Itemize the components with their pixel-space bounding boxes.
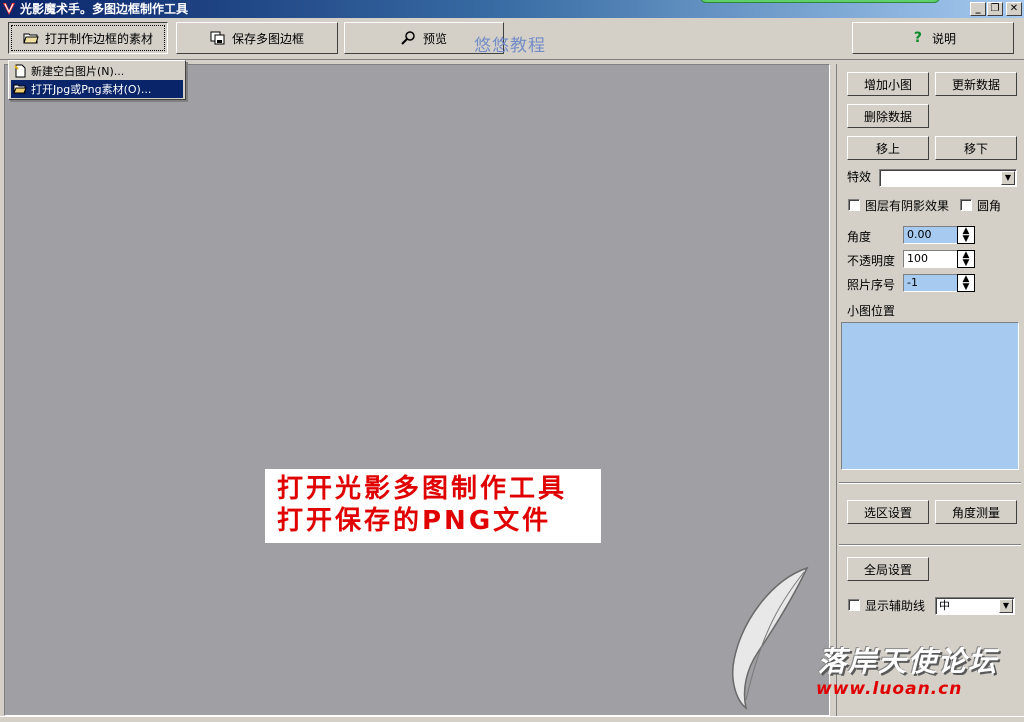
add-thumb-button[interactable]: 增加小图 — [847, 72, 929, 96]
delete-data-button[interactable]: 删除数据 — [847, 104, 929, 128]
title-bar: 光影魔术手。多图边框制作工具 _ ❐ ✕ — [0, 0, 1024, 18]
folder-open-icon — [13, 84, 27, 94]
help-label: 说明 — [931, 31, 956, 46]
global-settings-button[interactable]: 全局设置 — [847, 557, 929, 581]
tutorial-watermark: 悠悠教程 — [474, 36, 546, 56]
effect-select[interactable]: ▼ — [879, 169, 1017, 187]
photo-index-input[interactable]: -1 — [903, 274, 959, 292]
angle-label: 角度 — [847, 230, 872, 244]
banner-line-1: 打开光影多图制作工具 — [277, 474, 568, 504]
banner-line-2: 打开保存的PNG文件 — [277, 506, 552, 536]
save-copy-icon — [210, 31, 225, 45]
position-label: 小图位置 — [847, 304, 896, 318]
opacity-spinner[interactable]: ▲ ▼ — [957, 250, 975, 268]
guide-level-select[interactable]: 中 ▼ — [935, 597, 1015, 615]
save-frame-label: 保存多图边框 — [231, 31, 304, 46]
preview-label: 预览 — [422, 31, 447, 46]
help-button[interactable]: ? 说明 — [852, 22, 1014, 54]
new-file-icon — [14, 64, 26, 78]
instruction-banner: 打开光影多图制作工具 打开保存的PNG文件 — [265, 469, 601, 543]
save-frame-button[interactable]: 保存多图边框 — [176, 22, 338, 54]
update-data-button[interactable]: 更新数据 — [935, 72, 1017, 96]
photo-index-label: 照片序号 — [847, 278, 896, 292]
opacity-label: 不透明度 — [847, 254, 896, 268]
restore-button[interactable]: ❐ — [987, 2, 1003, 16]
menu-item-label: 新建空白图片(N)... — [31, 65, 125, 78]
magnifier-icon — [401, 31, 415, 45]
status-bar — [0, 716, 1024, 722]
round-corner-checkbox[interactable] — [960, 199, 972, 211]
thumb-position-list[interactable] — [841, 322, 1019, 470]
shadow-checkbox[interactable] — [848, 199, 860, 211]
open-dropdown-menu: 新建空白图片(N)... 打开Jpg或Png素材(O)... — [8, 60, 186, 100]
angle-input[interactable]: 0.00 — [903, 226, 959, 244]
panel-divider — [839, 482, 1021, 484]
photo-index-spinner[interactable]: ▲ ▼ — [957, 274, 975, 292]
angle-measure-button[interactable]: 角度测量 — [935, 500, 1017, 524]
guide-level-value: 中 — [939, 599, 950, 612]
minimize-button[interactable]: _ — [970, 2, 986, 16]
folder-open-icon — [23, 33, 39, 44]
move-up-button[interactable]: 移上 — [847, 136, 929, 160]
question-icon: ? — [913, 30, 923, 46]
shadow-label: 图层有阴影效果 — [865, 199, 950, 213]
menu-item-label: 打开Jpg或Png素材(O)... — [31, 83, 152, 96]
properties-panel: 增加小图 更新数据 删除数据 移上 移下 特效 ▼ 图层有阴影效果 圆角 角度 … — [836, 64, 1024, 716]
move-down-button[interactable]: 移下 — [935, 136, 1017, 160]
chevron-down-icon[interactable]: ▼ — [999, 599, 1013, 613]
guide-lines-label: 显示辅助线 — [865, 599, 926, 613]
open-material-button[interactable]: 打开制作边框的素材 — [8, 22, 168, 54]
selection-settings-button[interactable]: 选区设置 — [847, 500, 929, 524]
forum-logo-text: 落岸天使论坛 — [818, 645, 999, 678]
feather-logo-icon — [732, 566, 809, 710]
guide-lines-checkbox[interactable] — [848, 599, 860, 611]
menu-item-new-blank[interactable]: 新建空白图片(N)... — [11, 62, 183, 80]
window-title: 光影魔术手。多图边框制作工具 — [20, 2, 189, 16]
app-icon — [3, 3, 15, 15]
panel-divider — [839, 544, 1021, 546]
close-button[interactable]: ✕ — [1006, 2, 1022, 16]
top-indicator — [700, 0, 940, 3]
forum-logo-url: www.luoan.cn — [816, 679, 963, 699]
editor-canvas[interactable]: 打开光影多图制作工具 打开保存的PNG文件 — [4, 64, 830, 716]
opacity-input[interactable]: 100 — [903, 250, 959, 268]
toolbar: 打开制作边框的素材 保存多图边框 预览 悠悠教程 ? 说明 — [0, 18, 1024, 60]
open-material-label: 打开制作边框的素材 — [44, 31, 153, 46]
menu-item-open-jpg-png[interactable]: 打开Jpg或Png素材(O)... — [11, 80, 183, 98]
effect-label: 特效 — [847, 170, 872, 184]
angle-spinner[interactable]: ▲ ▼ — [957, 226, 975, 244]
chevron-down-icon[interactable]: ▼ — [1001, 171, 1015, 185]
round-corner-label: 圆角 — [977, 199, 1002, 213]
